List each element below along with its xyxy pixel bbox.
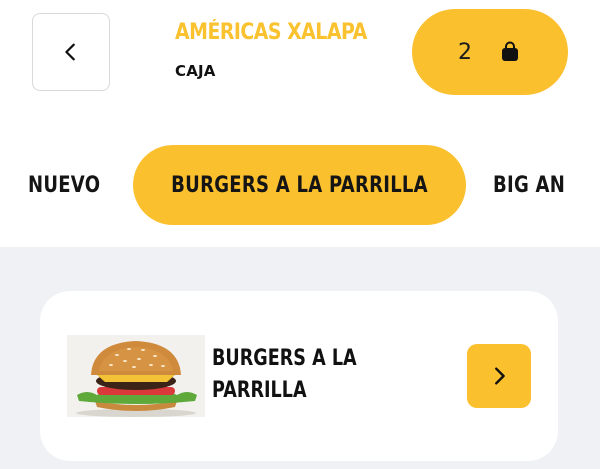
category-tabs: NUEVO BURGERS A LA PARRILLA BIG AN	[0, 125, 600, 247]
cart-button[interactable]: 2	[412, 9, 568, 95]
tab-label: BIG AN	[493, 172, 566, 198]
open-category-button[interactable]	[467, 344, 531, 408]
grilled-burger-photo	[67, 335, 205, 417]
tab-label: BURGERS A LA PARRILLA	[171, 172, 428, 198]
store-subtitle: CAJA	[175, 62, 216, 80]
store-name: AMÉRICAS XALAPA	[175, 20, 367, 45]
back-button[interactable]	[32, 13, 110, 91]
shopping-bag-icon	[502, 41, 518, 61]
chevron-right-icon	[495, 367, 505, 385]
tab-burgers-a-la-parrilla[interactable]: BURGERS A LA PARRILLA	[133, 145, 466, 225]
product-list: BURGERS A LA PARRILLA	[0, 247, 600, 469]
product-image	[67, 335, 205, 417]
product-title-line2: PARRILLA	[212, 378, 307, 403]
tab-big-angus[interactable]: BIG AN	[493, 145, 581, 225]
top-header: AMÉRICAS XALAPA CAJA 2	[0, 0, 600, 125]
product-title-line1: BURGERS A LA	[212, 346, 357, 371]
product-card[interactable]: BURGERS A LA PARRILLA	[40, 291, 558, 461]
tab-nuevo[interactable]: NUEVO	[28, 145, 116, 225]
tab-label: NUEVO	[28, 172, 101, 198]
cart-count: 2	[458, 39, 472, 65]
chevron-left-icon	[65, 43, 75, 61]
product-title: BURGERS A LA PARRILLA	[212, 343, 412, 407]
